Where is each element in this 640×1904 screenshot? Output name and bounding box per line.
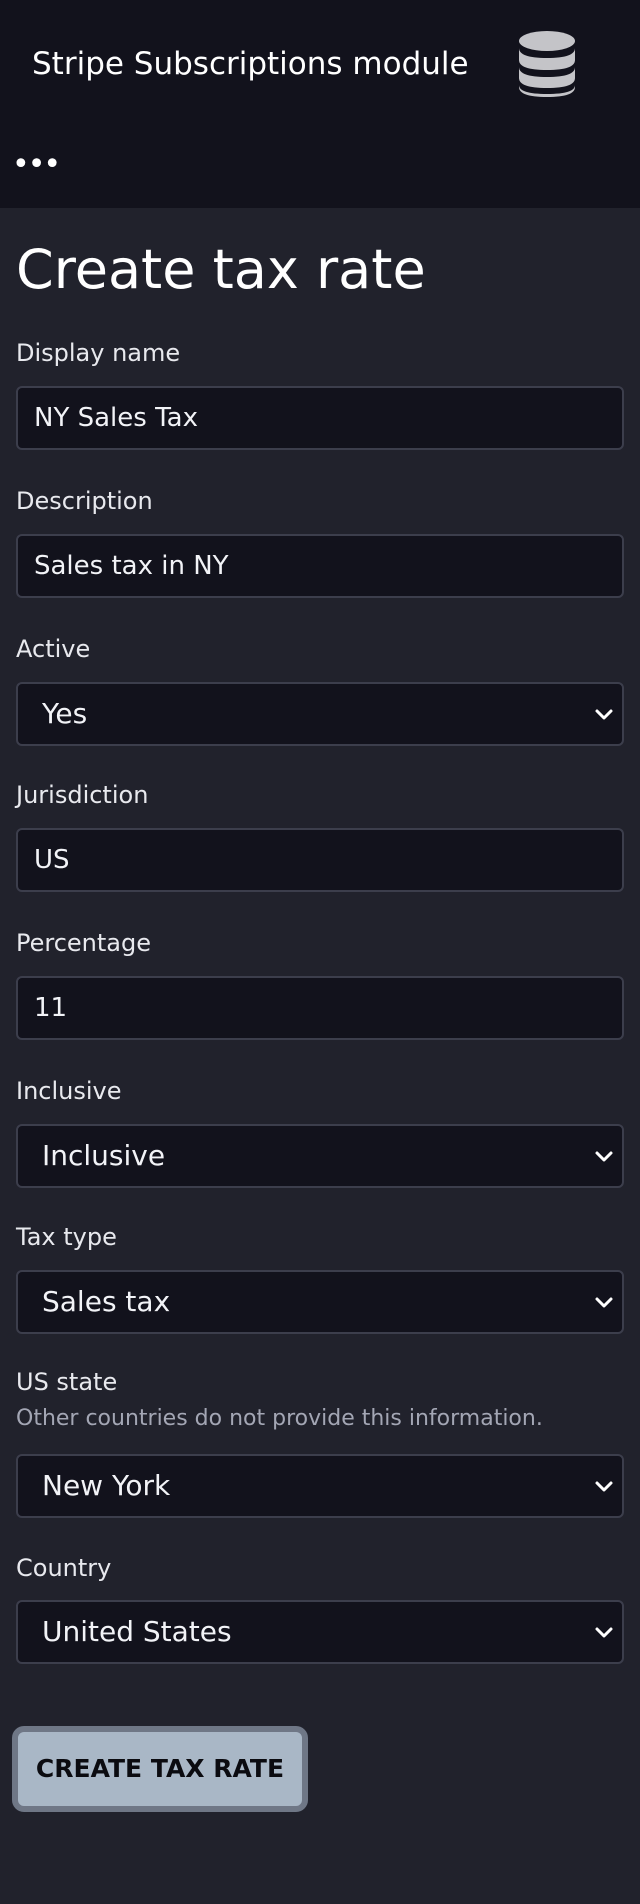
active-label: Active: [16, 635, 91, 663]
us-state-help-text: Other countries do not provide this info…: [16, 1406, 543, 1431]
country-label: Country: [16, 1554, 112, 1582]
active-select[interactable]: Yes: [16, 682, 624, 746]
active-select-value: Yes: [42, 697, 88, 730]
app-title: Stripe Subscriptions module: [32, 46, 469, 82]
description-input[interactable]: Sales tax in NY: [16, 534, 624, 598]
country-select[interactable]: United States: [16, 1600, 624, 1664]
inclusive-select-value: Inclusive: [42, 1139, 166, 1172]
more-menu-button[interactable]: •••: [12, 150, 61, 180]
chevron-down-icon: [595, 1481, 613, 1492]
tax-type-select[interactable]: Sales tax: [16, 1270, 624, 1334]
chevron-down-icon: [595, 709, 613, 720]
inclusive-label: Inclusive: [16, 1077, 122, 1105]
create-tax-rate-button[interactable]: CREATE TAX RATE: [12, 1726, 308, 1812]
tax-type-select-value: Sales tax: [42, 1285, 171, 1318]
display-name-input[interactable]: NY Sales Tax: [16, 386, 624, 450]
percentage-label: Percentage: [16, 929, 152, 957]
jurisdiction-label: Jurisdiction: [16, 781, 149, 809]
chevron-down-icon: [595, 1297, 613, 1308]
us-state-select-value: New York: [42, 1469, 171, 1502]
us-state-select[interactable]: New York: [16, 1454, 624, 1518]
database-icon: [519, 31, 575, 97]
app-header: Stripe Subscriptions module •••: [0, 0, 640, 208]
jurisdiction-input[interactable]: US: [16, 828, 624, 892]
description-label: Description: [16, 487, 153, 515]
chevron-down-icon: [595, 1151, 613, 1162]
chevron-down-icon: [595, 1627, 613, 1638]
tax-type-label: Tax type: [16, 1223, 117, 1251]
display-name-label: Display name: [16, 339, 181, 367]
percentage-input[interactable]: 11: [16, 976, 624, 1040]
us-state-label: US state: [16, 1368, 118, 1396]
page-title: Create tax rate: [16, 238, 426, 301]
country-select-value: United States: [42, 1615, 232, 1648]
main-content: Create tax rate Display name NY Sales Ta…: [0, 208, 640, 1904]
inclusive-select[interactable]: Inclusive: [16, 1124, 624, 1188]
